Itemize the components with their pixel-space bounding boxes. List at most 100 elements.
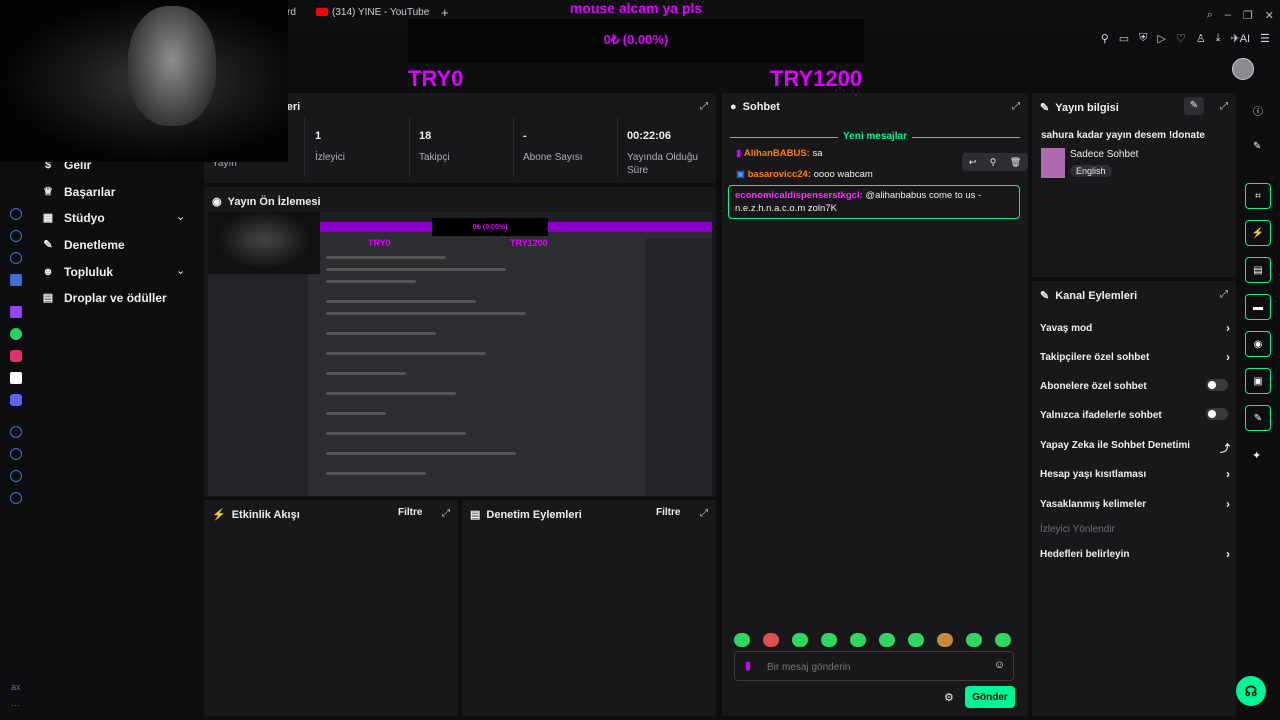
emote-icon[interactable] bbox=[792, 633, 808, 647]
close-icon[interactable]: ✕ bbox=[1265, 9, 1274, 22]
youtube-icon bbox=[316, 8, 328, 17]
moderation-header: ▤ Denetim Eylemleri bbox=[470, 508, 582, 522]
account-age-item[interactable]: Hesap yaşı kısıtlaması › bbox=[1040, 467, 1230, 481]
chat-icon[interactable]: ▬ bbox=[1245, 294, 1271, 320]
sidebar-item-community[interactable]: ☻ Topluluk bbox=[42, 265, 113, 279]
instagram-icon[interactable] bbox=[10, 350, 22, 362]
chat-username[interactable]: basarovicc24: bbox=[748, 169, 811, 180]
popout-icon[interactable]: ⤢ bbox=[700, 101, 708, 112]
follower-count: 18 bbox=[419, 130, 432, 142]
popout-icon[interactable]: ⤢ bbox=[442, 508, 450, 519]
stream-category[interactable]: Sadece Sohbet bbox=[1070, 149, 1138, 160]
sidebar-item-achievements[interactable]: ♕ Başarılar bbox=[42, 185, 115, 199]
popout-icon[interactable]: ⤢ bbox=[1012, 101, 1020, 112]
goals-item[interactable]: Hedefleri belirleyin › bbox=[1040, 547, 1230, 561]
extension-icon[interactable] bbox=[10, 470, 22, 482]
minimize-icon[interactable]: – bbox=[1225, 9, 1231, 22]
ai-button[interactable]: ✈AI bbox=[1231, 32, 1251, 45]
twitch-icon[interactable] bbox=[10, 306, 22, 318]
mic-icon[interactable]: ▮ bbox=[745, 659, 751, 672]
stream-tag[interactable]: English bbox=[1070, 165, 1112, 177]
send-button[interactable]: Gönder bbox=[965, 686, 1015, 708]
tiktok-icon[interactable] bbox=[10, 372, 22, 384]
moderation-filter-button[interactable]: Filtre bbox=[656, 507, 680, 518]
play-icon[interactable]: ▷ bbox=[1157, 32, 1165, 45]
info-icon[interactable]: ⓘ bbox=[1253, 103, 1263, 118]
emote-icon[interactable] bbox=[995, 633, 1011, 647]
emote-icon[interactable] bbox=[850, 633, 866, 647]
chevron-down-icon[interactable]: ⌄ bbox=[176, 210, 185, 223]
pin-icon[interactable]: ⚲ bbox=[1101, 32, 1109, 45]
gear-icon[interactable]: ⚙ bbox=[944, 691, 954, 704]
clip-icon[interactable]: ▭ bbox=[1119, 32, 1129, 45]
rail-icon[interactable] bbox=[10, 252, 22, 264]
emote-icon[interactable] bbox=[821, 633, 837, 647]
emote-icon[interactable] bbox=[966, 633, 982, 647]
bolt-icon[interactable]: ⚡ bbox=[1245, 220, 1271, 246]
profile-icon[interactable]: ♙ bbox=[1196, 32, 1206, 45]
chat-username[interactable]: economicaldispenserstkgcl: bbox=[735, 190, 863, 201]
rail-icon[interactable] bbox=[10, 208, 22, 220]
shield-icon[interactable]: ⛨ bbox=[1139, 32, 1147, 45]
emote-icon[interactable] bbox=[734, 633, 750, 647]
sidebar-item-studio[interactable]: ▦ Stüdyo bbox=[42, 211, 105, 225]
broadcast-icon[interactable]: ◉ bbox=[1245, 331, 1271, 357]
trophy-icon: ♕ bbox=[43, 186, 53, 198]
wrench-icon[interactable]: ✎ bbox=[1245, 405, 1271, 431]
rail-icon[interactable] bbox=[10, 274, 22, 286]
help-button[interactable]: ☊ bbox=[1236, 676, 1266, 706]
edit-icon[interactable]: ✎ bbox=[1184, 97, 1204, 115]
ai-moderation-item[interactable]: Yapay Zeka ile Sohbet Denetimi ⤴ bbox=[1040, 440, 1230, 455]
emote-icon[interactable] bbox=[908, 633, 924, 647]
download-icon[interactable]: ⤓ bbox=[1216, 32, 1221, 45]
edit-icon[interactable]: ✎ bbox=[1253, 141, 1261, 152]
followers-only-item[interactable]: Takipçilere özel sohbet › bbox=[1040, 350, 1230, 364]
more-icon[interactable]: ··· bbox=[11, 700, 20, 710]
pin-icon[interactable]: ⚲ bbox=[990, 157, 997, 168]
popout-icon[interactable]: ⤢ bbox=[1220, 101, 1228, 112]
highlighted-message[interactable]: economicaldispenserstkgcl: @alihanbabus … bbox=[728, 185, 1020, 219]
settings-icon[interactable] bbox=[10, 492, 22, 504]
menu-icon[interactable]: ☰ bbox=[1260, 32, 1270, 45]
popout-icon[interactable]: ⤢ bbox=[1220, 289, 1228, 300]
ad-icon[interactable]: ▣ bbox=[1245, 368, 1271, 394]
document-icon[interactable]: ▤ bbox=[1245, 257, 1271, 283]
emoji-icon[interactable]: ☺ bbox=[994, 659, 1005, 671]
clock-icon[interactable] bbox=[10, 448, 22, 460]
heart-icon[interactable]: ♡ bbox=[1176, 32, 1186, 45]
preview-header: ◉ Yayın Ön İzlemesi bbox=[212, 195, 321, 209]
clip-icon[interactable]: ⌗ bbox=[1245, 183, 1271, 209]
reply-icon[interactable]: ↩ bbox=[969, 157, 977, 168]
search-icon[interactable]: ⌕ bbox=[1207, 9, 1213, 22]
emote-only-toggle[interactable] bbox=[1206, 408, 1228, 420]
emote-icon[interactable] bbox=[763, 633, 779, 647]
delete-icon[interactable]: 🗑 bbox=[1010, 157, 1021, 168]
chat-username[interactable]: AlihanBABUS: bbox=[744, 148, 810, 159]
popout-icon[interactable]: ⤢ bbox=[700, 508, 708, 519]
add-icon[interactable] bbox=[10, 426, 22, 438]
emote-icon[interactable] bbox=[937, 633, 953, 647]
sidebar-item-moderation[interactable]: ✎ Denetleme bbox=[42, 238, 124, 252]
film-icon: ▦ bbox=[42, 212, 54, 224]
subscribers-only-toggle[interactable] bbox=[1206, 379, 1228, 391]
emote-icon[interactable] bbox=[879, 633, 895, 647]
banned-words-item[interactable]: Yasaklanmış kelimeler › bbox=[1040, 497, 1230, 511]
chat-message[interactable]: ▣ basarovicc24: oooo wabcam bbox=[736, 169, 873, 180]
restore-icon[interactable]: ❐ bbox=[1243, 9, 1253, 22]
slow-mode-item[interactable]: Yavaş mod › bbox=[1040, 321, 1230, 335]
chevron-down-icon[interactable]: ⌄ bbox=[176, 264, 185, 277]
footer-label: ax bbox=[11, 682, 21, 692]
avatar[interactable] bbox=[1232, 58, 1254, 80]
browser-toolbar: ⚲ ▭ ⛨ ▷ ♡ ♙ ⤓ ✈AI ☰ bbox=[1101, 32, 1270, 45]
add-action-icon[interactable]: ✦ bbox=[1252, 449, 1261, 462]
sidebar-item-label: Stüdyo bbox=[64, 211, 105, 225]
whatsapp-icon[interactable] bbox=[10, 328, 22, 340]
discord-icon[interactable] bbox=[10, 394, 22, 406]
rail-icon[interactable] bbox=[10, 230, 22, 242]
sidebar-item-drops[interactable]: ▤ Droplar ve ödüller bbox=[42, 291, 167, 305]
browser-tab-partial[interactable]: rd bbox=[287, 7, 296, 18]
chat-message[interactable]: ▮ AlihanBABUS: sa bbox=[736, 148, 823, 159]
chat-input[interactable] bbox=[765, 658, 985, 676]
stream-title: sahura kadar yayın desem !donate bbox=[1041, 130, 1205, 141]
activity-filter-button[interactable]: Filtre bbox=[398, 507, 422, 518]
